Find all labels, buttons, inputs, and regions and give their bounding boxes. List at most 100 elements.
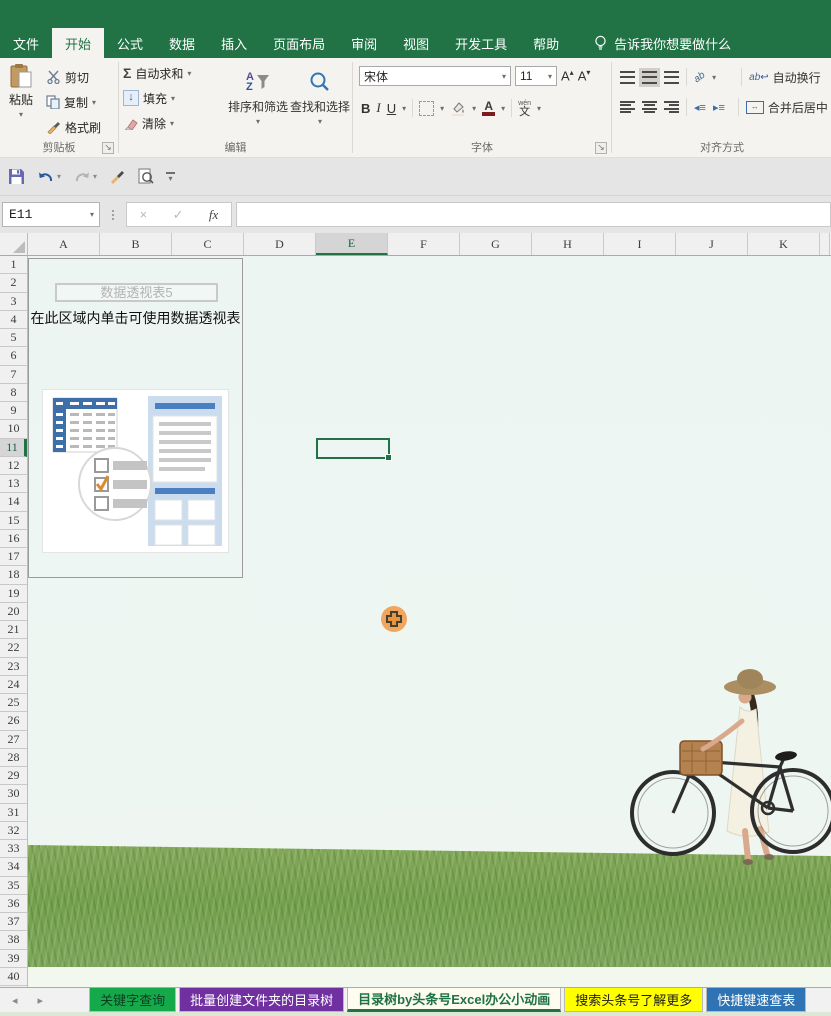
row-header-9[interactable]: 9 bbox=[0, 402, 27, 420]
row-header-15[interactable]: 15 bbox=[0, 512, 27, 530]
sheet-tab-0[interactable]: 关键字查询 bbox=[89, 988, 176, 1012]
column-header-J[interactable]: J bbox=[676, 233, 748, 255]
enter-icon[interactable]: ✓ bbox=[173, 207, 184, 223]
menu-tab-2[interactable]: 公式 bbox=[104, 28, 156, 58]
row-header-12[interactable]: 12 bbox=[0, 457, 27, 475]
qat-format-painter-button[interactable] bbox=[109, 169, 125, 184]
paste-dropdown-icon[interactable]: ▾ bbox=[19, 110, 23, 119]
row-header-6[interactable]: 6 bbox=[0, 347, 27, 365]
wrap-text-button[interactable]: ab↩ 自动换行 bbox=[749, 69, 821, 86]
sheet-canvas[interactable]: 数据透视表5 在此区域内单击可使用数据透视表 bbox=[28, 256, 831, 987]
row-header-14[interactable]: 14 bbox=[0, 493, 27, 511]
row-header-37[interactable]: 37 bbox=[0, 913, 27, 931]
row-header-5[interactable]: 5 bbox=[0, 329, 27, 347]
clear-button[interactable]: 清除 ▾ bbox=[119, 113, 227, 133]
copy-dropdown-icon[interactable]: ▾ bbox=[92, 98, 96, 107]
autosum-dropdown-icon[interactable]: ▾ bbox=[187, 69, 191, 78]
borders-icon[interactable] bbox=[419, 101, 434, 116]
column-header-F[interactable]: F bbox=[388, 233, 460, 255]
row-header-23[interactable]: 23 bbox=[0, 658, 27, 676]
print-preview-button[interactable] bbox=[137, 168, 154, 185]
align-left-icon[interactable] bbox=[620, 101, 635, 114]
column-header-E[interactable]: E bbox=[316, 233, 388, 255]
row-header-13[interactable]: 13 bbox=[0, 475, 27, 493]
column-header-C[interactable]: C bbox=[172, 233, 244, 255]
font-color-dropdown-icon[interactable]: ▾ bbox=[501, 104, 505, 113]
row-header-33[interactable]: 33 bbox=[0, 840, 27, 858]
row-header-16[interactable]: 16 bbox=[0, 530, 27, 548]
row-header-2[interactable]: 2 bbox=[0, 274, 27, 292]
row-header-8[interactable]: 8 bbox=[0, 384, 27, 402]
redo-dropdown-icon[interactable]: ▾ bbox=[93, 172, 97, 181]
selected-cell-E11[interactable] bbox=[316, 438, 390, 459]
sort-filter-dropdown-icon[interactable]: ▾ bbox=[256, 117, 260, 126]
font-color-button[interactable]: A bbox=[482, 101, 495, 116]
font-name-combo[interactable]: 宋体 ▾ bbox=[359, 66, 511, 86]
row-header-1[interactable]: 1 bbox=[0, 256, 27, 274]
name-box[interactable]: E11 ▾ bbox=[2, 202, 100, 227]
sheet-tab-3[interactable]: 搜索头条号了解更多 bbox=[564, 988, 703, 1012]
font-size-combo[interactable]: 11 ▾ bbox=[515, 66, 557, 86]
borders-dropdown-icon[interactable]: ▾ bbox=[440, 104, 444, 113]
row-header-38[interactable]: 38 bbox=[0, 931, 27, 949]
redo-button[interactable]: ▾ bbox=[73, 170, 97, 184]
fill-color-dropdown-icon[interactable]: ▾ bbox=[472, 104, 476, 113]
align-center-icon[interactable] bbox=[642, 101, 657, 114]
tell-me-box[interactable]: 告诉我你想要做什么 bbox=[594, 28, 731, 58]
align-top-icon[interactable] bbox=[620, 71, 635, 84]
sheet-nav-left-icon[interactable]: ◂ bbox=[12, 994, 18, 1007]
format-painter-button[interactable]: 格式刷 bbox=[42, 117, 101, 137]
row-header-40[interactable]: 40 bbox=[0, 968, 27, 986]
align-middle-icon[interactable] bbox=[642, 71, 657, 84]
clipboard-dialog-launcher[interactable]: ↘ bbox=[102, 142, 114, 154]
row-header-30[interactable]: 30 bbox=[0, 785, 27, 803]
row-header-21[interactable]: 21 bbox=[0, 621, 27, 639]
cut-button[interactable]: 剪切 bbox=[42, 67, 101, 87]
increase-font-icon[interactable]: A▴ bbox=[561, 68, 574, 83]
align-bottom-icon[interactable] bbox=[664, 71, 679, 84]
row-header-17[interactable]: 17 bbox=[0, 548, 27, 566]
row-header-39[interactable]: 39 bbox=[0, 950, 27, 968]
underline-button[interactable]: U bbox=[387, 101, 396, 116]
save-button[interactable] bbox=[8, 168, 25, 185]
clear-dropdown-icon[interactable]: ▾ bbox=[170, 119, 174, 128]
decrease-font-icon[interactable]: A▾ bbox=[578, 68, 591, 83]
row-header-4[interactable]: 4 bbox=[0, 311, 27, 329]
menu-tab-8[interactable]: 开发工具 bbox=[442, 28, 520, 58]
row-header-11[interactable]: 11 bbox=[0, 439, 27, 457]
row-header-7[interactable]: 7 bbox=[0, 366, 27, 384]
decrease-indent-icon[interactable]: ◂≡ bbox=[694, 101, 706, 114]
row-header-36[interactable]: 36 bbox=[0, 895, 27, 913]
row-header-26[interactable]: 26 bbox=[0, 712, 27, 730]
select-all-corner[interactable] bbox=[0, 233, 28, 256]
row-header-3[interactable]: 3 bbox=[0, 293, 27, 311]
menu-tab-4[interactable]: 插入 bbox=[208, 28, 260, 58]
orientation-dropdown-icon[interactable]: ▾ bbox=[712, 73, 716, 82]
menu-tab-7[interactable]: 视图 bbox=[390, 28, 442, 58]
menu-tab-3[interactable]: 数据 bbox=[156, 28, 208, 58]
row-header-24[interactable]: 24 bbox=[0, 676, 27, 694]
column-header-I[interactable]: I bbox=[604, 233, 676, 255]
merge-center-button[interactable]: ↔ 合并后居中 bbox=[746, 99, 828, 116]
sheet-tab-1[interactable]: 批量创建文件夹的目录树 bbox=[179, 988, 344, 1012]
row-header-35[interactable]: 35 bbox=[0, 877, 27, 895]
fill-dropdown-icon[interactable]: ▾ bbox=[171, 94, 175, 103]
menu-tab-1[interactable]: 开始 bbox=[52, 28, 104, 58]
cancel-icon[interactable]: × bbox=[140, 207, 148, 222]
column-header-H[interactable]: H bbox=[532, 233, 604, 255]
orientation-icon[interactable]: ab bbox=[692, 69, 707, 84]
menu-tab-0[interactable]: 文件 bbox=[0, 28, 52, 58]
row-header-28[interactable]: 28 bbox=[0, 749, 27, 767]
column-header-B[interactable]: B bbox=[100, 233, 172, 255]
sheet-tab-4[interactable]: 快捷键速查表 bbox=[706, 988, 806, 1012]
column-header-A[interactable]: A bbox=[28, 233, 100, 255]
sheet-nav-right-icon[interactable]: ▸ bbox=[38, 994, 44, 1007]
autosum-button[interactable]: Σ 自动求和 ▾ bbox=[119, 63, 227, 83]
column-header-L[interactable] bbox=[820, 233, 830, 255]
phonetic-dropdown-icon[interactable]: ▾ bbox=[537, 104, 541, 113]
column-header-D[interactable]: D bbox=[244, 233, 316, 255]
row-header-34[interactable]: 34 bbox=[0, 858, 27, 876]
insert-function-icon[interactable]: fx bbox=[209, 207, 218, 223]
menu-tab-9[interactable]: 帮助 bbox=[520, 28, 572, 58]
bold-button[interactable]: B bbox=[361, 101, 370, 116]
